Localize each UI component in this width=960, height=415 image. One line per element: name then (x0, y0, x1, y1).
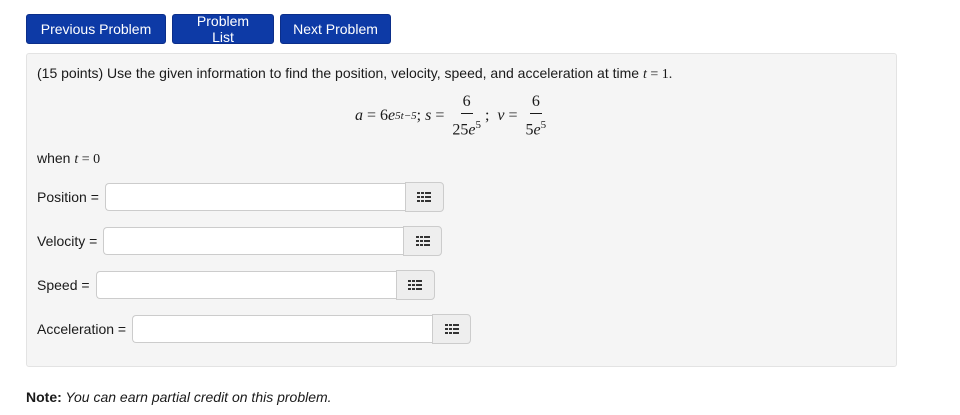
keypad-icon (417, 192, 432, 202)
velocity-label: Velocity = (37, 233, 98, 249)
problem-statement: (15 points) Use the given information to… (37, 65, 672, 83)
when-text: when (37, 150, 75, 166)
acceleration-equation-editor-button[interactable] (432, 314, 472, 344)
velocity-fraction: 6 5e5 (526, 93, 547, 139)
time-period: . (668, 67, 673, 82)
position-label: Position = (37, 189, 99, 205)
acceleration-coefficient: 6 (380, 107, 389, 124)
position-denominator-coefficient: 25 (452, 121, 469, 139)
position-numerator: 6 (460, 93, 473, 114)
acceleration-exponent: 5t−5 (395, 110, 417, 122)
velocity-denominator-base: e (533, 121, 541, 139)
keypad-icon (444, 324, 459, 334)
acceleration-base: e (388, 107, 396, 124)
velocity-answer-row: Velocity = (37, 226, 443, 256)
keypad-icon (415, 236, 430, 246)
problem-intro: (15 points) Use the given information to… (37, 65, 643, 81)
speed-input[interactable] (95, 271, 396, 299)
when-equals: = (78, 152, 94, 167)
velocity-numerator: 6 (529, 93, 542, 114)
previous-problem-button[interactable]: Previous Problem (26, 14, 166, 44)
formula-separator: ; (484, 107, 490, 124)
position-answer-row: Position = (37, 182, 444, 212)
velocity-symbol: v (497, 107, 505, 124)
when-value: 0 (93, 152, 101, 167)
velocity-input[interactable] (103, 227, 404, 255)
equals-sign: = (431, 107, 449, 124)
speed-equation-editor-button[interactable] (395, 270, 435, 300)
partial-credit-note: Note: You can earn partial credit on thi… (26, 389, 332, 405)
position-denominator-exponent: 5 (475, 118, 481, 131)
note-text: You can earn partial credit on this prob… (61, 389, 332, 405)
position-fraction: 6 25e5 (452, 93, 481, 139)
velocity-denominator-exponent: 5 (540, 118, 547, 131)
keypad-icon (408, 280, 423, 290)
velocity-denominator-coefficient: 5 (525, 121, 534, 139)
speed-answer-row: Speed = (37, 270, 435, 300)
velocity-equation-editor-button[interactable] (403, 226, 443, 256)
problem-list-button[interactable]: Problem List (172, 13, 274, 45)
problem-panel: (15 points) Use the given information to… (26, 53, 897, 367)
time-value: 1 (661, 67, 669, 82)
position-input[interactable] (104, 183, 405, 211)
problem-navigation: Previous Problem Problem List Next Probl… (26, 13, 391, 45)
next-problem-button[interactable]: Next Problem (280, 14, 391, 44)
position-equation-editor-button[interactable] (404, 182, 444, 212)
note-label: Note: (26, 389, 62, 405)
equals-sign: = (504, 107, 522, 124)
time-equals: = (646, 67, 662, 82)
given-formulas: a = 6 e 5t−5; s = 6 25e5 ; v = 6 5e5 (355, 93, 550, 139)
acceleration-symbol: a (355, 107, 363, 124)
initial-condition: when t = 0 (37, 150, 100, 168)
acceleration-answer-row: Acceleration = (37, 314, 472, 344)
equals-sign: = (363, 107, 381, 124)
acceleration-label: Acceleration = (37, 321, 127, 337)
formula-separator: ; (416, 107, 426, 124)
speed-label: Speed = (37, 277, 90, 293)
acceleration-input[interactable] (132, 315, 433, 343)
